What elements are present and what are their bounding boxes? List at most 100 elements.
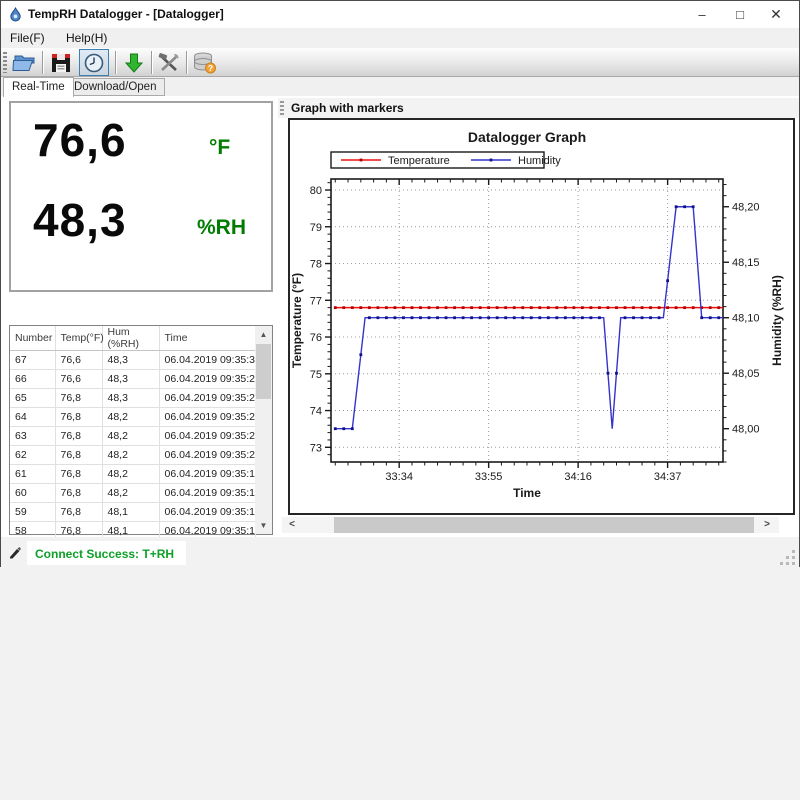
table-cell: 48,1 (102, 503, 159, 522)
table-cell: 48,2 (102, 465, 159, 484)
humidity-unit: %RH (197, 216, 246, 240)
status-message-chip: Connect Success: T+RH (27, 541, 186, 565)
table-cell: 63 (10, 427, 55, 446)
toolbar-separator (151, 51, 152, 74)
clock-sync-button[interactable] (79, 49, 109, 76)
column-header: Number (10, 326, 55, 351)
graph-panel-title: Graph with markers (291, 101, 404, 115)
temperature-unit: °F (209, 136, 230, 160)
svg-text:33:55: 33:55 (475, 471, 503, 483)
app-icon (8, 7, 23, 22)
window-title: TempRH Datalogger - [Datalogger] (28, 7, 224, 21)
temperature-value: 76,6 (33, 113, 127, 167)
table-cell: 48,3 (102, 370, 159, 389)
download-button[interactable] (119, 49, 149, 76)
table-cell: 48,3 (102, 351, 159, 370)
table-row[interactable]: 6476,848,206.04.2019 09:35:25 (10, 408, 255, 427)
real-time-page: 76,6 °F 48,3 %RH NumberTemp(°F)Hum (%RH)… (1, 96, 799, 537)
table-cell: 06.04.2019 09:35:18 (159, 465, 255, 484)
graph-panel: Graph with markers 737475767778798048,00… (278, 98, 799, 535)
clock-icon (83, 52, 105, 74)
scroll-left-icon[interactable]: < (282, 517, 302, 533)
humidity-value: 48,3 (33, 193, 127, 247)
save-button[interactable] (46, 49, 76, 76)
menu-help[interactable]: Help(H) (57, 28, 116, 48)
table-cell: 62 (10, 446, 55, 465)
svg-text:77: 77 (310, 295, 322, 307)
settings-tools-button[interactable] (154, 49, 184, 76)
table-cell: 76,6 (55, 370, 102, 389)
toolbar-separator (42, 51, 43, 74)
table-cell: 48,2 (102, 446, 159, 465)
save-floppy-icon (50, 52, 72, 74)
svg-text:75: 75 (310, 369, 322, 381)
table-row[interactable]: 6176,848,206.04.2019 09:35:18 (10, 465, 255, 484)
table-row[interactable]: 6276,848,206.04.2019 09:35:21 (10, 446, 255, 465)
table-cell: 06.04.2019 09:35:29 (159, 370, 255, 389)
table-cell: 59 (10, 503, 55, 522)
table-cell: 48,2 (102, 427, 159, 446)
open-file-button[interactable] (9, 49, 39, 76)
log-table: NumberTemp(°F)Hum (%RH)Time 6776,648,306… (10, 326, 256, 541)
maximize-button[interactable]: □ (723, 1, 757, 28)
menu-file[interactable]: File(F) (1, 28, 54, 48)
chart-scrollbar[interactable]: < > (282, 517, 779, 533)
toolbar-separator (115, 51, 116, 74)
tab-download-open[interactable]: Download/Open (66, 78, 165, 96)
chart-scroll-thumb[interactable] (334, 517, 754, 533)
svg-text:48,20: 48,20 (732, 202, 760, 214)
table-cell: 64 (10, 408, 55, 427)
scroll-up-icon[interactable]: ▲ (255, 326, 272, 343)
table-cell: 65 (10, 389, 55, 408)
graph-panel-grip[interactable] (280, 101, 284, 115)
svg-text:48,15: 48,15 (732, 257, 760, 269)
chart-container: 737475767778798048,0048,0548,1048,1548,2… (288, 118, 795, 515)
title-bar: TempRH Datalogger - [Datalogger] – □ ✕ (1, 1, 799, 28)
readout-panel: 76,6 °F 48,3 %RH (9, 101, 273, 292)
scroll-down-icon[interactable]: ▼ (255, 517, 272, 534)
tab-strip: Real-Time Download/Open (1, 77, 799, 96)
svg-text:73: 73 (310, 442, 322, 454)
table-header-row: NumberTemp(°F)Hum (%RH)Time (10, 326, 255, 351)
table-row[interactable]: 6676,648,306.04.2019 09:35:29 (10, 370, 255, 389)
resize-grip-icon[interactable] (777, 549, 795, 565)
table-cell: 48,2 (102, 484, 159, 503)
svg-text:79: 79 (310, 222, 322, 234)
status-message: Connect Success: T+RH (35, 547, 174, 561)
svg-text:48,10: 48,10 (732, 313, 760, 325)
toolbar-grip[interactable] (3, 52, 7, 73)
database-question-icon: ? (192, 51, 218, 75)
app-window: TempRH Datalogger - [Datalogger] – □ ✕ F… (0, 0, 800, 567)
svg-text:78: 78 (310, 259, 322, 271)
svg-text:Time: Time (513, 486, 541, 500)
table-scroll-thumb[interactable] (256, 344, 271, 399)
toolbar-separator (186, 51, 187, 74)
scroll-right-icon[interactable]: > (757, 517, 777, 533)
table-cell: 67 (10, 351, 55, 370)
table-row[interactable]: 6776,648,306.04.2019 09:35:31 (10, 351, 255, 370)
svg-text:Datalogger Graph: Datalogger Graph (468, 129, 586, 145)
close-button[interactable]: ✕ (759, 1, 793, 28)
table-cell: 76,8 (55, 446, 102, 465)
tab-real-time[interactable]: Real-Time (3, 77, 74, 97)
table-cell: 06.04.2019 09:35:23 (159, 427, 255, 446)
table-cell: 06.04.2019 09:35:27 (159, 389, 255, 408)
minimize-button[interactable]: – (685, 1, 719, 28)
svg-text:48,00: 48,00 (732, 424, 760, 436)
table-cell: 48,2 (102, 408, 159, 427)
svg-text:Humidity: Humidity (518, 155, 561, 167)
menu-bar: File(F) Help(H) (1, 28, 799, 48)
svg-text:Temperature (°F): Temperature (°F) (290, 273, 304, 368)
table-row[interactable]: 6076,848,206.04.2019 09:35:16 (10, 484, 255, 503)
table-cell: 66 (10, 370, 55, 389)
table-cell: 60 (10, 484, 55, 503)
table-row[interactable]: 6576,848,306.04.2019 09:35:27 (10, 389, 255, 408)
table-row[interactable]: 5976,848,106.04.2019 09:35:14 (10, 503, 255, 522)
table-cell: 61 (10, 465, 55, 484)
table-row[interactable]: 6376,848,206.04.2019 09:35:23 (10, 427, 255, 446)
table-cell: 48,3 (102, 389, 159, 408)
svg-text:Humidity (%RH): Humidity (%RH) (770, 275, 784, 366)
connection-status-button[interactable]: ? (190, 49, 220, 76)
pen-status-icon (8, 544, 24, 560)
table-scrollbar[interactable]: ▲ ▼ (255, 326, 272, 534)
